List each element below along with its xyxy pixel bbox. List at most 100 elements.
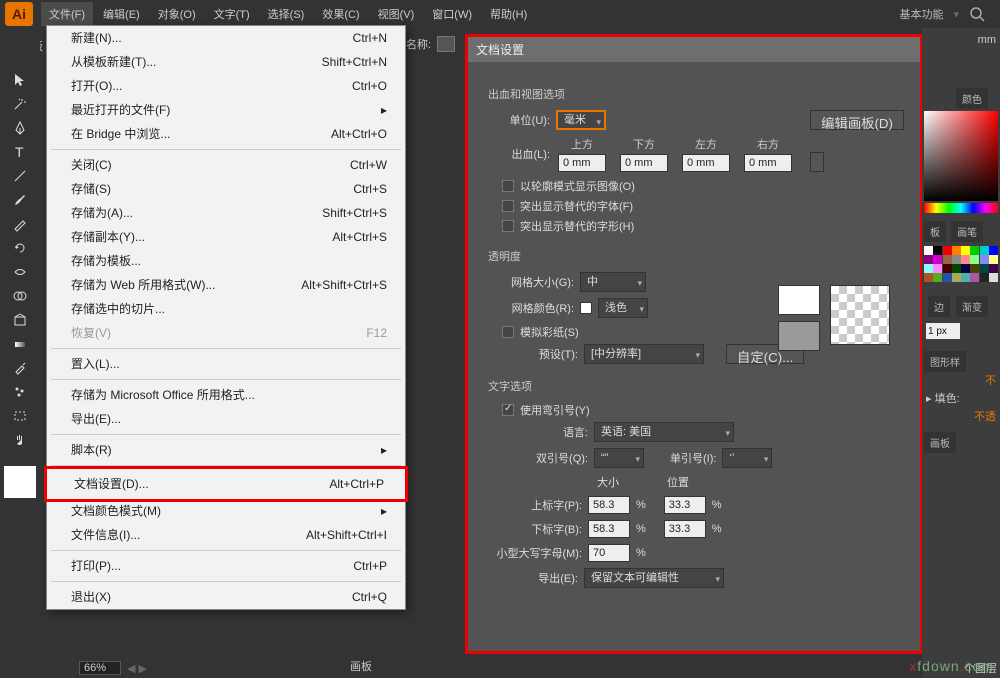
file-menu-item[interactable]: 打印(P)...Ctrl+P <box>47 554 405 578</box>
sq-select[interactable]: ‘’ <box>722 448 772 468</box>
swatch[interactable] <box>980 264 989 273</box>
unit-select[interactable]: 毫米 <box>556 110 606 130</box>
outline-checkbox-row[interactable]: 以轮廓模式显示图像(O) <box>502 178 904 194</box>
file-menu-item[interactable]: 存储为 Web 所用格式(W)...Alt+Shift+Ctrl+S <box>47 273 405 297</box>
swatches-tab[interactable]: 板 <box>924 221 946 242</box>
swatch[interactable] <box>943 264 952 273</box>
edit-artboards-button[interactable]: 编辑画板(D) <box>810 110 904 130</box>
workspace-selector[interactable]: 基本功能 <box>899 6 943 22</box>
symbol-spray-tool[interactable] <box>5 380 35 404</box>
export-select[interactable]: 保留文本可编辑性 <box>584 568 724 588</box>
graphic-styles-tab[interactable]: 图形样 <box>924 351 966 372</box>
swatch[interactable] <box>933 255 942 264</box>
pencil-tool[interactable] <box>5 212 35 236</box>
swatch[interactable] <box>989 273 998 282</box>
file-menu-item[interactable]: 存储(S)Ctrl+S <box>47 177 405 201</box>
perspective-tool[interactable] <box>5 308 35 332</box>
file-menu-item[interactable]: 文档设置(D)...Alt+Ctrl+P <box>50 472 402 496</box>
paintbrush-tool[interactable] <box>5 188 35 212</box>
preset-select[interactable]: [中分辨率] <box>584 344 704 364</box>
trans-swatch-gray[interactable] <box>778 321 820 351</box>
swatch[interactable] <box>980 273 989 282</box>
swatch[interactable] <box>952 264 961 273</box>
file-menu-item[interactable]: 置入(L)... <box>47 352 405 376</box>
swatch[interactable] <box>970 273 979 282</box>
bleed-bottom-input[interactable] <box>620 154 668 172</box>
swatch[interactable] <box>924 255 933 264</box>
menu-select[interactable]: 选择(S) <box>260 2 313 26</box>
subfonts-checkbox-row[interactable]: 突出显示替代的字体(F) <box>502 198 904 214</box>
stroke-tab[interactable]: 边 <box>928 296 950 317</box>
file-menu-item[interactable]: 存储副本(Y)...Alt+Ctrl+S <box>47 225 405 249</box>
swatch[interactable] <box>943 273 952 282</box>
menu-view[interactable]: 视图(V) <box>370 2 423 26</box>
gradient-tab[interactable]: 渐变 <box>956 296 988 317</box>
super-size-input[interactable] <box>588 496 630 514</box>
eyedropper-tool[interactable] <box>5 356 35 380</box>
file-menu-item[interactable]: 恢复(V)F12 <box>47 321 405 345</box>
name-icon[interactable] <box>437 36 455 52</box>
menu-object[interactable]: 对象(O) <box>150 2 204 26</box>
swatch[interactable] <box>961 255 970 264</box>
file-menu-item[interactable]: 脚本(R)▸ <box>47 438 405 462</box>
sub-size-input[interactable] <box>588 520 630 538</box>
file-menu-item[interactable]: 文件信息(I)...Alt+Shift+Ctrl+I <box>47 523 405 547</box>
swatch[interactable] <box>924 273 933 282</box>
swatch-grid[interactable] <box>924 246 998 282</box>
subglyphs-checkbox-row[interactable]: 突出显示替代的字形(H) <box>502 218 904 234</box>
super-pos-input[interactable] <box>664 496 706 514</box>
swatch[interactable] <box>943 246 952 255</box>
file-menu-item[interactable]: 最近打开的文件(F)▸ <box>47 98 405 122</box>
menu-effect[interactable]: 效果(C) <box>314 2 367 26</box>
swatch[interactable] <box>933 273 942 282</box>
swatch[interactable] <box>989 264 998 273</box>
swatch[interactable] <box>924 264 933 273</box>
hue-strip[interactable] <box>924 203 998 213</box>
line-tool[interactable] <box>5 164 35 188</box>
dq-select[interactable]: “” <box>594 448 644 468</box>
swatch[interactable] <box>989 246 998 255</box>
file-menu-item[interactable]: 新建(N)...Ctrl+N <box>47 26 405 50</box>
magic-wand-tool[interactable] <box>5 92 35 116</box>
file-menu-item[interactable]: 导出(E)... <box>47 407 405 431</box>
swatch[interactable] <box>970 246 979 255</box>
link-icon[interactable] <box>810 152 824 172</box>
swatch[interactable] <box>952 246 961 255</box>
swatch[interactable] <box>989 255 998 264</box>
hand-tool[interactable] <box>5 428 35 452</box>
lang-select[interactable]: 英语: 美国 <box>594 422 734 442</box>
file-menu-item[interactable]: 退出(X)Ctrl+Q <box>47 585 405 609</box>
rotate-tool[interactable] <box>5 236 35 260</box>
swatch[interactable] <box>952 255 961 264</box>
file-menu-item[interactable]: 存储选中的切片... <box>47 297 405 321</box>
menu-window[interactable]: 窗口(W) <box>424 2 480 26</box>
file-menu-item[interactable]: 存储为(A)...Shift+Ctrl+S <box>47 201 405 225</box>
menu-edit[interactable]: 编辑(E) <box>95 2 148 26</box>
file-menu-item[interactable]: 在 Bridge 中浏览...Alt+Ctrl+O <box>47 122 405 146</box>
swatch[interactable] <box>980 246 989 255</box>
bleed-left-input[interactable] <box>682 154 730 172</box>
artboards-tab[interactable]: 画板 <box>924 432 956 453</box>
menu-type[interactable]: 文字(T) <box>206 2 258 26</box>
brush-tab[interactable]: 画笔 <box>951 221 983 242</box>
trans-swatch-white[interactable] <box>778 285 820 315</box>
file-menu-item[interactable]: 存储为 Microsoft Office 所用格式... <box>47 383 405 407</box>
bleed-top-input[interactable] <box>558 154 606 172</box>
color-panel-tab[interactable]: 颜色 <box>956 88 988 109</box>
swatch[interactable] <box>970 264 979 273</box>
sub-pos-input[interactable] <box>664 520 706 538</box>
file-menu-item[interactable]: 从模板新建(T)...Shift+Ctrl+N <box>47 50 405 74</box>
stroke-width-input[interactable] <box>926 323 960 339</box>
artboard-tool[interactable] <box>5 404 35 428</box>
swatch[interactable] <box>933 264 942 273</box>
swatch[interactable] <box>961 273 970 282</box>
quotes-checkbox-row[interactable]: 使用弯引号(Y) <box>502 402 904 418</box>
file-menu-item[interactable]: 打开(O)...Ctrl+O <box>47 74 405 98</box>
swatch[interactable] <box>943 255 952 264</box>
swatch[interactable] <box>980 255 989 264</box>
color-picker[interactable] <box>924 111 998 201</box>
menu-help[interactable]: 帮助(H) <box>482 2 535 26</box>
zoom-select[interactable]: 66% <box>79 661 121 675</box>
swatch[interactable] <box>961 264 970 273</box>
gridcolor-select[interactable]: 浅色 <box>598 298 648 318</box>
